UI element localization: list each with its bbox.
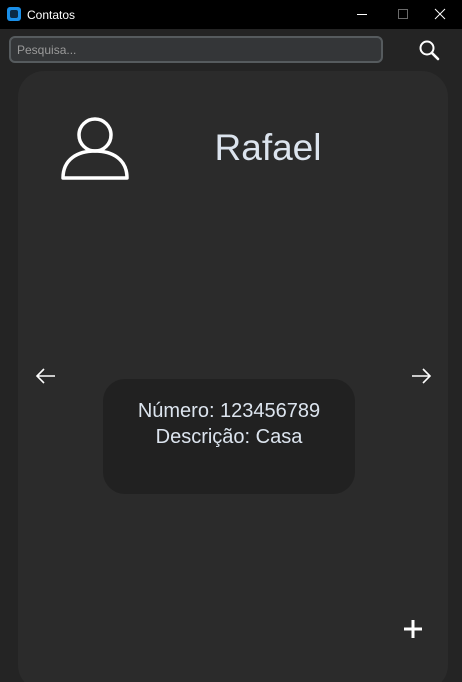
plus-icon [404, 620, 422, 638]
next-contact-button[interactable] [407, 365, 435, 387]
title-bar[interactable]: Contatos [0, 0, 462, 29]
arrow-right-icon [412, 368, 432, 384]
maximize-icon [398, 9, 408, 19]
app-window: Contatos Pesquisa... Rafael Número: 1234… [0, 0, 462, 682]
close-icon [434, 8, 446, 20]
window-title: Contatos [27, 8, 76, 22]
search-input[interactable] [9, 36, 383, 63]
contact-name: Rafael [214, 127, 322, 168]
avatar [60, 115, 130, 181]
contact-info-box: Número: 123456789 Descrição: Casa [103, 379, 355, 494]
app-icon [7, 7, 21, 21]
minimize-button[interactable] [344, 0, 380, 29]
contact-number: Número: 123456789 [137, 400, 321, 422]
minimize-icon [357, 14, 367, 15]
search-icon [419, 40, 440, 61]
contact-card: Rafael Número: 123456789 Descrição: Casa [18, 71, 448, 682]
contact-description: Descrição: Casa [155, 426, 303, 448]
previous-contact-button[interactable] [32, 365, 60, 387]
arrow-left-icon [35, 368, 55, 384]
maximize-button[interactable] [385, 0, 421, 29]
person-icon [61, 117, 129, 180]
add-contact-button[interactable] [401, 617, 425, 641]
search-button[interactable] [416, 38, 444, 64]
close-button[interactable] [422, 0, 458, 29]
